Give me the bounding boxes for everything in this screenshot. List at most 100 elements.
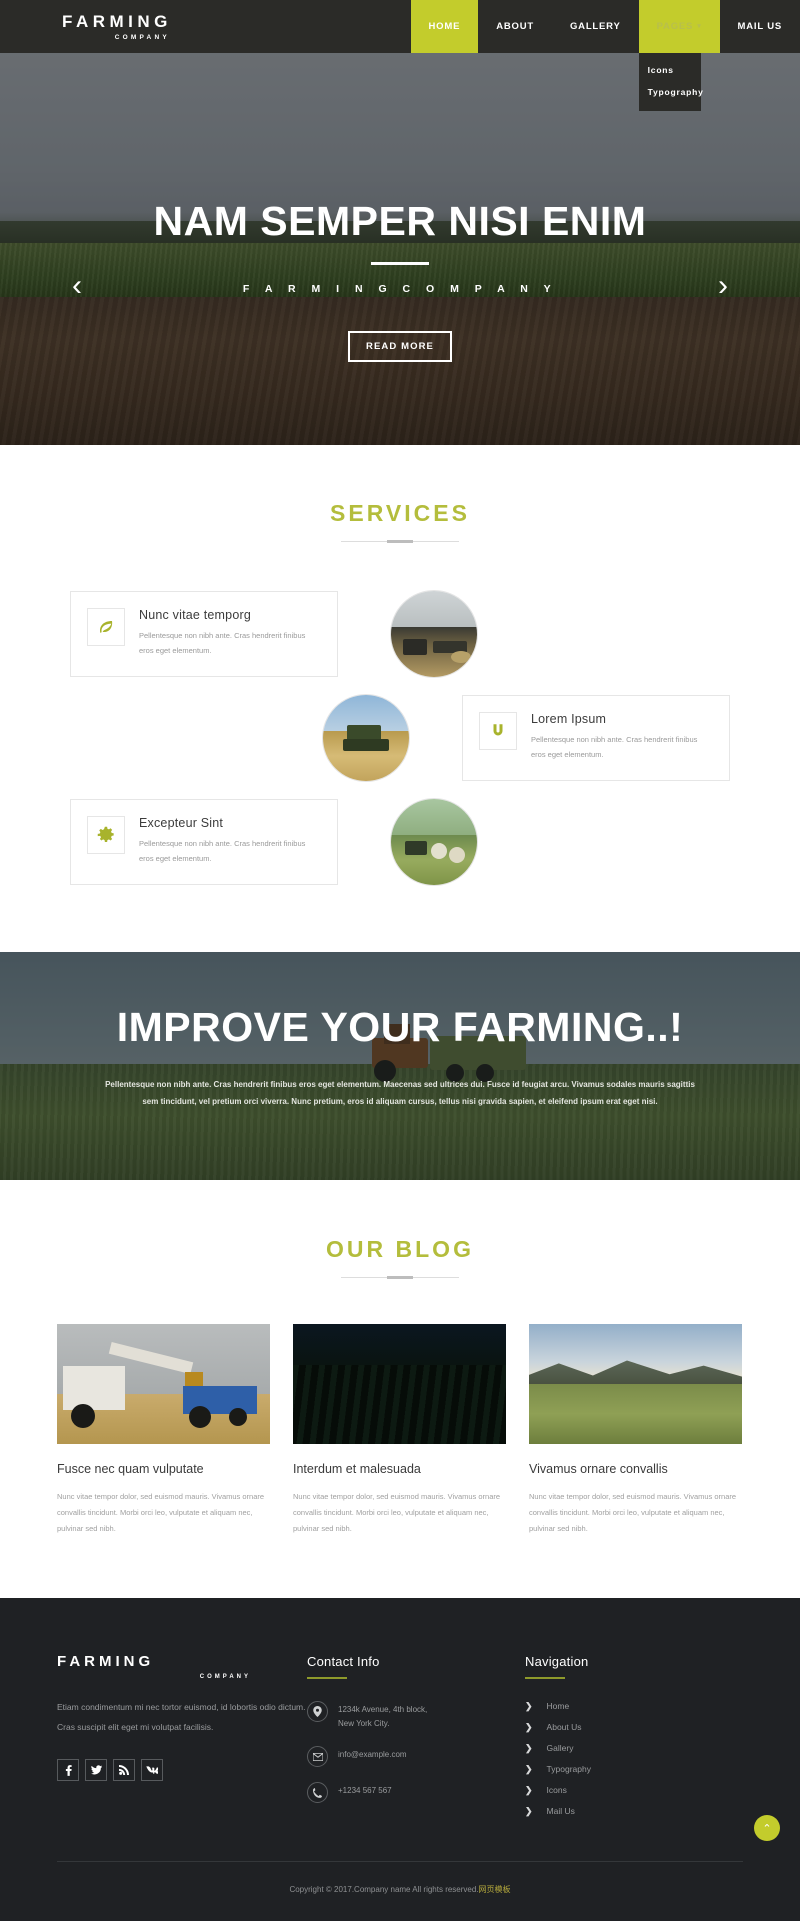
blog-card-text: Nunc vitae tempor dolor, sed euismod mau… xyxy=(293,1489,506,1536)
blog-image-field-rows xyxy=(293,1324,506,1444)
nav-item-pages[interactable]: PAGES ▾ Icons Typography xyxy=(639,0,720,53)
hero-slider: ‹ › NAM SEMPER NISI ENIM F A R M I N G C… xyxy=(0,53,800,445)
phone-icon xyxy=(307,1782,328,1803)
nav-item-pages-label: PAGES xyxy=(657,21,694,32)
blog-card-title: Interdum et malesuada xyxy=(293,1462,506,1476)
footer-nav-about-us[interactable]: ❯ About Us xyxy=(525,1722,743,1732)
hero-subtitle: F A R M I N G C O M P A N Y xyxy=(243,283,557,295)
footer-nav-icons[interactable]: ❯ Icons xyxy=(525,1785,743,1795)
service-card-magnet[interactable]: Lorem Ipsum Pellentesque non nibh ante. … xyxy=(462,695,730,781)
services-section: SERVICES Nunc vitae temporg Pellentesque… xyxy=(0,445,800,952)
nav-item-mail-us[interactable]: MAIL US xyxy=(720,0,800,53)
section-divider xyxy=(341,1277,459,1278)
footer-nav-home[interactable]: ❯ Home xyxy=(525,1701,743,1711)
chevron-down-icon: ▾ xyxy=(697,23,701,30)
magnet-icon xyxy=(479,712,517,750)
blog-card[interactable]: Vivamus ornare convallis Nunc vitae temp… xyxy=(529,1324,742,1536)
footer-nav-typography[interactable]: ❯ Typography xyxy=(525,1764,743,1774)
copyright-cn-link[interactable]: 网页模板 xyxy=(479,1885,511,1894)
blog-card-text: Nunc vitae tempor dolor, sed euismod mau… xyxy=(529,1489,742,1536)
footer-contact-column: Contact Info 1234k Avenue, 4th block, Ne… xyxy=(307,1654,525,1827)
chevron-right-icon: ❯ xyxy=(525,1744,533,1753)
copyright-text: Copyright © 2017.Company name All rights… xyxy=(57,1862,743,1921)
contact-phone-text[interactable]: +1234 567 567 xyxy=(338,1782,392,1798)
blog-card[interactable]: Fusce nec quam vulputate Nunc vitae temp… xyxy=(57,1324,270,1536)
footer-nav-gallery[interactable]: ❯ Gallery xyxy=(525,1743,743,1753)
chevron-right-icon: ❯ xyxy=(525,1723,533,1732)
hero-next-arrow-icon[interactable]: › xyxy=(718,271,728,301)
footer-brand-name: FARMING xyxy=(57,1654,307,1669)
dropdown-item-typography[interactable]: Typography xyxy=(639,81,701,103)
location-pin-icon xyxy=(307,1701,328,1722)
nav-item-about-label: ABOUT xyxy=(496,21,534,32)
nav-item-home-label: HOME xyxy=(429,21,461,32)
footer-nav-label: Typography xyxy=(547,1764,591,1774)
contact-email-row: info@example.com xyxy=(307,1746,525,1767)
nav-item-about[interactable]: ABOUT xyxy=(478,0,552,53)
dropdown-item-icons[interactable]: Icons xyxy=(639,59,701,81)
nav-item-mail-us-label: MAIL US xyxy=(738,21,782,32)
footer-nav-list: ❯ Home ❯ About Us ❯ Gallery ❯ Typography… xyxy=(525,1701,743,1816)
service-card-leaf[interactable]: Nunc vitae temporg Pellentesque non nibh… xyxy=(70,591,338,677)
blog-title: OUR BLOG xyxy=(0,1236,800,1263)
twitter-icon[interactable] xyxy=(85,1759,107,1781)
contact-info-title: Contact Info xyxy=(307,1654,525,1669)
improve-farming-banner: IMPROVE YOUR FARMING..! Pellentesque non… xyxy=(0,952,800,1180)
contact-list: 1234k Avenue, 4th block, New York City. … xyxy=(307,1701,525,1803)
brand-logo[interactable]: FARMING COMPANY xyxy=(0,0,172,53)
site-footer: FARMING COMPANY Etiam condimentum mi nec… xyxy=(0,1598,800,1921)
nav-item-home[interactable]: HOME xyxy=(411,0,479,53)
footer-about-text: Etiam condimentum mi nec tortor euismod,… xyxy=(57,1698,307,1737)
hero-title: NAM SEMPER NISI ENIM xyxy=(154,201,647,242)
contact-address-line2: New York City. xyxy=(338,1717,427,1731)
footer-nav-label: Mail Us xyxy=(547,1806,575,1816)
service-image-1 xyxy=(390,590,478,678)
blog-card-title: Fusce nec quam vulputate xyxy=(57,1462,270,1476)
title-underline xyxy=(525,1677,565,1679)
blog-image-harvester xyxy=(57,1324,270,1444)
blog-card[interactable]: Interdum et malesuada Nunc vitae tempor … xyxy=(293,1324,506,1536)
brand-name: FARMING xyxy=(62,13,172,30)
service-card-title: Lorem Ipsum xyxy=(531,712,711,726)
nav-item-gallery[interactable]: GALLERY xyxy=(552,0,639,53)
navigation-title: Navigation xyxy=(525,1654,743,1669)
footer-nav-label: Home xyxy=(547,1701,570,1711)
title-underline xyxy=(307,1677,347,1679)
footer-navigation-column: Navigation ❯ Home ❯ About Us ❯ Gallery ❯… xyxy=(525,1654,743,1827)
footer-brand-subtitle: COMPANY xyxy=(57,1674,307,1680)
service-card-title: Nunc vitae temporg xyxy=(139,608,319,622)
vk-icon[interactable] xyxy=(141,1759,163,1781)
hero-divider xyxy=(371,262,429,265)
section-divider xyxy=(341,541,459,542)
services-title: SERVICES xyxy=(0,500,800,527)
blog-heading: OUR BLOG xyxy=(0,1236,800,1278)
hero-read-more-button[interactable]: READ MORE xyxy=(348,331,452,362)
footer-nav-label: About Us xyxy=(547,1722,582,1732)
contact-address-row: 1234k Avenue, 4th block, New York City. xyxy=(307,1701,525,1731)
services-heading: SERVICES xyxy=(0,500,800,542)
service-image-2 xyxy=(322,694,410,782)
scroll-to-top-button[interactable]: ⌃ xyxy=(754,1815,780,1841)
copyright-main: Copyright © 2017.Company name All rights… xyxy=(289,1885,478,1894)
service-card-gear[interactable]: Excepteur Sint Pellentesque non nibh ant… xyxy=(70,799,338,885)
chevron-right-icon: ❯ xyxy=(525,1786,533,1795)
facebook-icon[interactable] xyxy=(57,1759,79,1781)
chevron-right-icon: ❯ xyxy=(525,1765,533,1774)
blog-section: OUR BLOG Fusce nec quam vulputate Nunc v… xyxy=(0,1180,800,1598)
blog-grid: Fusce nec quam vulputate Nunc vitae temp… xyxy=(57,1324,743,1536)
footer-about-column: FARMING COMPANY Etiam condimentum mi nec… xyxy=(57,1654,307,1827)
brand-subtitle: COMPANY xyxy=(62,34,172,41)
hero-prev-arrow-icon[interactable]: ‹ xyxy=(72,271,82,301)
banner-title: IMPROVE YOUR FARMING..! xyxy=(0,1004,800,1051)
footer-nav-mail-us[interactable]: ❯ Mail Us xyxy=(525,1806,743,1816)
gear-icon xyxy=(87,816,125,854)
service-card-text: Pellentesque non nibh ante. Cras hendrer… xyxy=(139,629,319,658)
blog-card-title: Vivamus ornare convallis xyxy=(529,1462,742,1476)
blog-image-mountain-field xyxy=(529,1324,742,1444)
service-row-3: Excepteur Sint Pellentesque non nibh ant… xyxy=(70,798,730,886)
rss-icon[interactable] xyxy=(113,1759,135,1781)
services-grid: Nunc vitae temporg Pellentesque non nibh… xyxy=(70,590,730,886)
service-image-3 xyxy=(390,798,478,886)
footer-nav-label: Gallery xyxy=(547,1743,574,1753)
contact-email-text[interactable]: info@example.com xyxy=(338,1746,407,1762)
